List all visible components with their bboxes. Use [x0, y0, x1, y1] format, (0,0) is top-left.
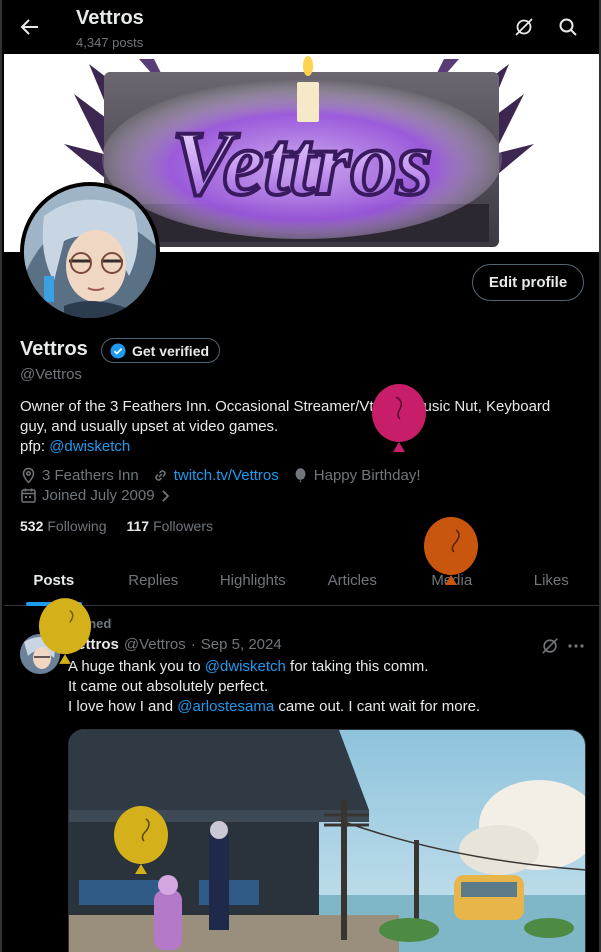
- meta-website: twitch.tv/Vettros: [152, 467, 279, 484]
- balloon-yellow-top: [38, 598, 92, 664]
- follow-stats: 532 Following 117 Followers: [20, 518, 213, 534]
- profile-page: Vettros 4,347 posts Vettros Edit profile…: [0, 0, 601, 952]
- tab-articles[interactable]: Articles: [303, 556, 403, 605]
- get-verified-label: Get verified: [132, 342, 210, 359]
- search-icon: [559, 18, 577, 36]
- tab-likes[interactable]: Likes: [502, 556, 600, 605]
- birthday-text: Happy Birthday!: [313, 467, 421, 484]
- get-verified-button[interactable]: Get verified: [101, 338, 221, 363]
- bio-line-1: Owner of the 3 Feathers Inn. Occasional …: [20, 398, 551, 415]
- tweet-line-1-post: for taking this comm.: [285, 658, 429, 675]
- tweet-line-1: A huge thank you to @dwisketch for takin…: [68, 657, 578, 677]
- following-link[interactable]: 532 Following: [20, 518, 107, 534]
- calendar-icon: [21, 488, 36, 503]
- profile-handle: @Vettros: [20, 366, 82, 383]
- website-link[interactable]: twitch.tv/Vettros: [174, 467, 279, 484]
- followers-count: 117: [126, 518, 150, 534]
- tweet-more-button[interactable]: [566, 636, 586, 656]
- more-icon: [568, 644, 584, 648]
- profile-meta-row: 3 Feathers Inn twitch.tv/Vettros Happy B…: [20, 467, 434, 484]
- profile-avatar[interactable]: [20, 182, 160, 322]
- back-arrow-icon: [20, 19, 38, 35]
- bio-pfp-prefix: pfp:: [20, 438, 50, 455]
- post-count: 4,347 posts: [76, 35, 144, 50]
- grok-icon: [515, 18, 533, 36]
- balloon-orange: [424, 517, 478, 585]
- balloon-yellow-bottom: [114, 806, 168, 874]
- tweet-mention-dwisketch[interactable]: @dwisketch: [205, 658, 286, 675]
- tweet-mention-arlostesama[interactable]: @arlostesama: [177, 698, 274, 715]
- profile-name: Vettros: [20, 338, 88, 360]
- tweet-separator: ·: [190, 636, 196, 653]
- grok-icon: [542, 638, 558, 654]
- tweet-line-3: I love how I and @arlostesama came out. …: [68, 697, 578, 717]
- bio-line-2: guy, and usually upset at video games.: [20, 418, 279, 435]
- tweet-line-3-pre: I love how I and: [68, 698, 178, 715]
- grok-button[interactable]: [510, 13, 538, 41]
- header-title: Vettros: [76, 7, 144, 29]
- following-label: Following: [47, 518, 107, 534]
- profile-tabs: Posts Replies Highlights Articles Media …: [4, 556, 600, 606]
- top-bar: Vettros 4,347 posts: [2, 0, 599, 54]
- location-icon: [22, 467, 35, 484]
- avatar-art: [24, 186, 156, 318]
- tweet-date[interactable]: Sep 5, 2024: [201, 636, 282, 653]
- tweet-line-3-post: came out. I cant wait for more.: [274, 698, 481, 715]
- tweet-handle[interactable]: @Vettros: [124, 636, 186, 653]
- bio-pfp-link[interactable]: @dwisketch: [49, 438, 130, 455]
- back-button[interactable]: [14, 11, 46, 43]
- tweet-grok-button[interactable]: [540, 636, 560, 656]
- chevron-right-icon: [161, 489, 169, 502]
- bio-line-3: pfp: @dwisketch: [20, 437, 580, 457]
- search-button[interactable]: [554, 13, 582, 41]
- edit-profile-button[interactable]: Edit profile: [472, 264, 584, 301]
- profile-bio: Owner of the 3 Feathers Inn. Occasional …: [20, 397, 580, 457]
- meta-location: 3 Feathers Inn: [20, 467, 139, 484]
- tweet-line-2: It came out absolutely perfect.: [68, 678, 269, 695]
- followers-label: Followers: [153, 518, 213, 534]
- tweet-header: Vettros @Vettros · Sep 5, 2024: [68, 636, 282, 653]
- joined-text: Joined July 2009: [42, 487, 155, 504]
- location-text: 3 Feathers Inn: [42, 467, 139, 484]
- followers-link[interactable]: 117 Followers: [127, 518, 214, 534]
- profile-joined-row[interactable]: Joined July 2009: [20, 487, 185, 504]
- meta-birthday: Happy Birthday!: [292, 467, 421, 484]
- balloon-pink: [372, 384, 426, 452]
- link-icon: [155, 470, 166, 481]
- following-count: 532: [20, 518, 44, 534]
- verified-badge-icon: [110, 343, 126, 358]
- meta-joined[interactable]: Joined July 2009: [20, 487, 172, 504]
- tab-replies[interactable]: Replies: [104, 556, 204, 605]
- tab-highlights[interactable]: Highlights: [203, 556, 303, 605]
- banner-logo-text: Vettros: [172, 112, 433, 214]
- balloon-icon: [295, 468, 306, 483]
- tweet-text: A huge thank you to @dwisketch for takin…: [68, 657, 578, 717]
